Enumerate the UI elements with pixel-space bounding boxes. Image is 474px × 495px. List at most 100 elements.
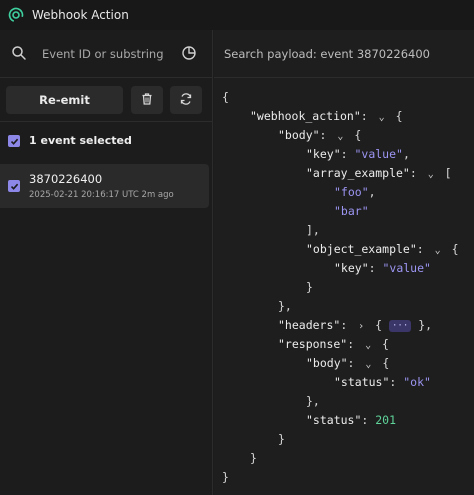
json-colon: : [347, 337, 362, 351]
json-line: } [222, 468, 229, 487]
json-line: } [250, 449, 257, 468]
event-search-bar [0, 30, 212, 78]
json-bracket: { [222, 90, 229, 104]
json-line: "status": 201 [306, 411, 396, 430]
json-key: "body" [306, 356, 348, 370]
event-checkbox[interactable] [8, 180, 20, 192]
select-all-checkbox[interactable] [8, 135, 20, 147]
event-timestamp: 2025-02-21 20:16:17 UTC 2m ago [29, 190, 174, 200]
json-line[interactable]: "webhook_action": ⌄ { [250, 107, 403, 127]
json-colon: : [361, 413, 376, 427]
json-comma: , [368, 185, 376, 199]
json-line: "key": "value", [306, 145, 410, 164]
json-bracket: { [382, 356, 390, 370]
event-id: 3870226400 [29, 172, 103, 186]
json-value: "ok" [403, 375, 431, 389]
json-line: } [278, 430, 285, 449]
trash-icon [140, 92, 154, 109]
search-icon [11, 45, 27, 61]
json-space [438, 166, 445, 180]
json-colon: : [389, 375, 404, 389]
json-space [375, 337, 382, 351]
json-bracket: { [451, 242, 459, 256]
json-value: 201 [375, 413, 397, 427]
refresh-icon [179, 92, 193, 109]
json-line[interactable]: "response": ⌄ { [278, 335, 389, 355]
json-bracket: } [306, 280, 313, 294]
chevron-down-icon[interactable]: ⌄ [333, 127, 347, 146]
collapsed-ellipsis[interactable]: ··· [388, 320, 412, 332]
json-value: "value" [382, 261, 431, 275]
json-colon: : [319, 128, 334, 142]
json-line[interactable]: "body": ⌄ { [306, 354, 389, 374]
json-bracket: { [395, 109, 403, 123]
json-colon: : [340, 147, 355, 161]
json-key: "response" [278, 337, 348, 351]
json-comma: , [402, 147, 410, 161]
event-list-item[interactable]: 3870226400 2025-02-21 20:16:17 UTC 2m ag… [0, 164, 209, 208]
json-space [389, 109, 396, 123]
chevron-down-icon[interactable]: ⌄ [375, 108, 389, 127]
json-line: "foo", [334, 183, 376, 202]
json-line: }, [278, 297, 292, 316]
json-line[interactable]: "array_example": ⌄ [ [306, 164, 452, 184]
json-key: "array_example" [306, 166, 410, 180]
json-bracket: [ [444, 166, 452, 180]
pie-chart-icon[interactable] [181, 45, 197, 61]
json-bracket: }, [278, 299, 292, 313]
json-space [445, 242, 452, 256]
json-line: ], [306, 221, 320, 240]
event-sidebar: Re-emit 1 event selected 3870226400 2025… [0, 30, 213, 495]
json-bracket: } [250, 451, 257, 465]
json-line[interactable]: "headers": › { ··· }, [278, 316, 432, 336]
reemit-button[interactable]: Re-emit [6, 86, 123, 114]
json-bracket: { [382, 337, 389, 351]
json-value: "foo" [334, 185, 369, 199]
chevron-right-icon[interactable]: › [354, 317, 368, 336]
json-colon: : [368, 261, 383, 275]
json-bracket: { [375, 318, 383, 332]
json-key: "headers" [278, 318, 341, 332]
payload-search-bar[interactable]: Search payload: event 3870226400 [214, 30, 474, 78]
json-bracket: }, [418, 318, 433, 332]
json-value: "bar" [334, 204, 369, 218]
json-colon: : [416, 242, 431, 256]
json-colon: : [409, 166, 424, 180]
json-key: "body" [278, 128, 320, 142]
json-value: "value" [354, 147, 403, 161]
json-key: "key" [306, 147, 341, 161]
json-bracket: }, [306, 394, 320, 408]
json-bracket: { [354, 128, 362, 142]
json-key: "webhook_action" [250, 109, 361, 123]
json-key: "object_example" [306, 242, 417, 256]
json-colon: : [347, 356, 362, 370]
event-actions: Re-emit [0, 78, 212, 122]
chevron-down-icon[interactable]: ⌄ [431, 241, 445, 260]
json-key: "status" [306, 413, 362, 427]
event-search-input[interactable] [34, 42, 174, 66]
window-title: Webhook Action [32, 8, 129, 22]
refresh-button[interactable] [170, 86, 202, 114]
payload-search-label: Search payload: event 3870226400 [224, 46, 431, 61]
json-line: }, [306, 392, 320, 411]
chevron-down-icon[interactable]: ⌄ [424, 165, 438, 184]
chevron-down-icon[interactable]: ⌄ [361, 355, 375, 374]
title-bar: Webhook Action [0, 0, 474, 30]
payload-panel: Search payload: event 3870226400 {"webho… [214, 30, 474, 495]
json-line: "bar" [334, 202, 369, 221]
json-key: "key" [334, 261, 369, 275]
json-line[interactable]: "body": ⌄ { [278, 126, 361, 146]
json-line: { [222, 88, 229, 107]
chevron-down-icon[interactable]: ⌄ [361, 336, 375, 355]
json-colon: : [340, 318, 355, 332]
json-key: "status" [334, 375, 390, 389]
webhook-icon [8, 7, 24, 23]
json-space [382, 318, 389, 332]
json-line: "status": "ok" [334, 373, 431, 392]
json-line[interactable]: "object_example": ⌄ { [306, 240, 459, 260]
json-bracket: } [278, 432, 285, 446]
selection-count-label: 1 event selected [29, 134, 132, 147]
json-colon: : [360, 109, 375, 123]
delete-button[interactable] [131, 86, 163, 114]
selection-summary: 1 event selected [0, 122, 212, 160]
